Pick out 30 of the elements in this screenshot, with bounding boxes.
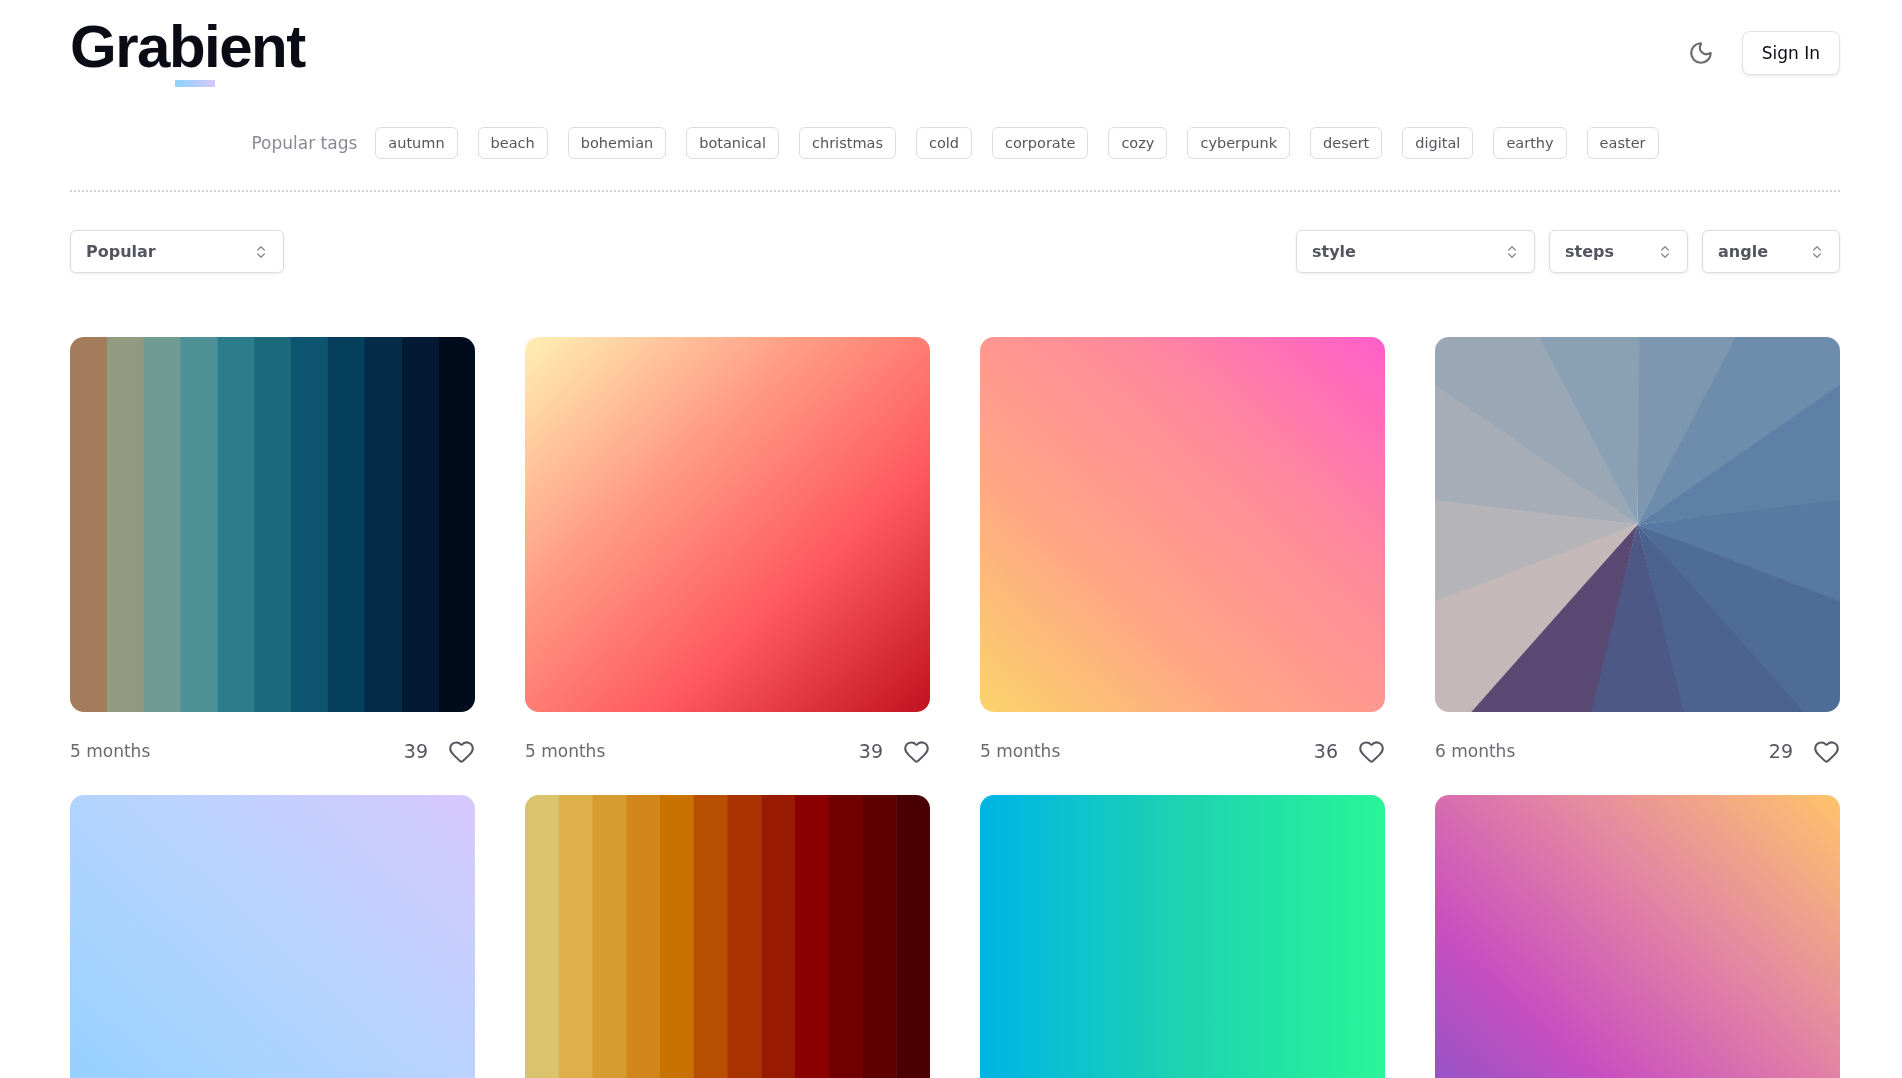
age-label: 5 months [980, 741, 1062, 761]
sign-in-button[interactable]: Sign In [1741, 31, 1840, 75]
tag-chip[interactable]: desert [1310, 127, 1383, 159]
tag-chip[interactable]: earthy [1493, 127, 1567, 159]
like-count: 39 [403, 740, 428, 762]
age-label: 6 months [1435, 741, 1517, 761]
tag-chip[interactable]: christmas [799, 127, 896, 159]
like-count: 36 [1313, 740, 1338, 762]
tag-chip[interactable]: easter [1586, 127, 1659, 159]
moon-icon[interactable] [1687, 40, 1714, 66]
tag-chip[interactable]: botanical [686, 127, 779, 159]
tag-chip[interactable]: cozy [1108, 127, 1168, 159]
age-label: 5 months [525, 741, 607, 761]
tag-chip[interactable]: beach [477, 127, 548, 159]
logo[interactable]: Grabient [70, 18, 305, 76]
tag-chip[interactable]: autumn [375, 127, 458, 159]
age-label: 5 months [70, 741, 152, 761]
tag-chip[interactable]: cyberpunk [1187, 127, 1291, 159]
like-count: 39 [858, 740, 883, 762]
like-count: 29 [1768, 740, 1793, 762]
filter-select[interactable]: style [1296, 230, 1535, 273]
filter-select[interactable]: steps [1549, 230, 1688, 273]
filter-select[interactable]: angle [1702, 230, 1840, 273]
popular-tags-label: Popular tags [251, 133, 358, 153]
tag-chip[interactable]: cold [915, 127, 973, 159]
tag-chip[interactable]: corporate [992, 127, 1089, 159]
sort-select[interactable]: Popular [70, 230, 284, 273]
logo-underline [175, 80, 215, 87]
tag-chip[interactable]: digital [1402, 127, 1474, 159]
tag-chip[interactable]: bohemian [567, 127, 667, 159]
